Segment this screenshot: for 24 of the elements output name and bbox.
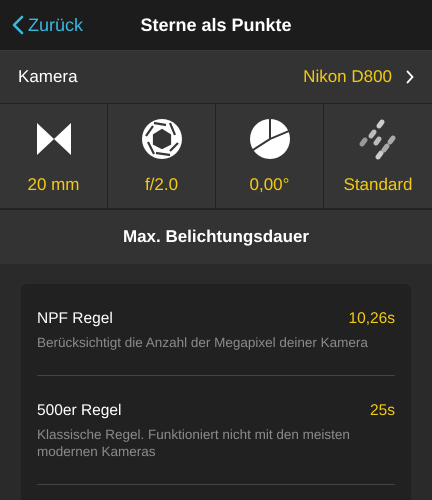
setting-tile[interactable]: 20 mm: [0, 104, 108, 208]
rule-name: 500er Regel: [37, 402, 122, 420]
camera-row[interactable]: Kamera Nikon D800: [0, 50, 432, 104]
camera-label: Kamera: [18, 67, 79, 87]
setting-value: f/2.0: [144, 175, 178, 195]
rule-description: Berücksichtigt die Anzahl der Megapixel deiner Kamera: [37, 334, 369, 351]
rule-value: 25s: [370, 402, 395, 420]
section-title: Max. Belichtungsdauer: [122, 227, 310, 247]
rule-description: Klassische Regel. Funktioniert nicht mit den meisten modernen Kameras: [37, 426, 351, 460]
back-button[interactable]: Zurück: [12, 14, 84, 36]
rule-value: 10,26s: [348, 310, 395, 328]
setting-value: 20 mm: [28, 175, 80, 195]
setting-tile[interactable]: Standard: [324, 104, 432, 208]
chevron-icon: [406, 70, 414, 84]
chevron-icon: [12, 15, 24, 35]
aperture-icon: [140, 117, 184, 161]
pie-chart-icon: [248, 117, 292, 161]
setting-value: 0,00°: [250, 175, 290, 195]
screen-title: Sterne als Punkte: [140, 14, 292, 36]
setting-tile[interactable]: 0,00°: [216, 104, 324, 208]
camera-value: Nikon D800: [303, 67, 392, 87]
setting-value: Standard: [344, 175, 412, 195]
setting-tile[interactable]: f/2.0: [108, 104, 216, 208]
rule-name: NPF Regel: [37, 310, 113, 328]
